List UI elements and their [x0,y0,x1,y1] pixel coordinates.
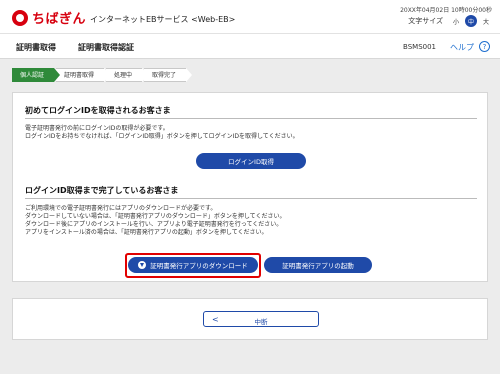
page-title: 証明書取得認証 [78,43,134,52]
section1-text-line: ログインIDをお持ちでなければ、「ログインID取得」ボタンを押してログインIDを… [25,133,299,140]
login-id-get-button[interactable]: ログインID取得 [196,153,306,169]
section1-text-line: 電子証明書発行の前にログインIDの取得が必要です。 [25,125,169,132]
section2-text-line: アプリをインストール済の場合は、「証明書発行アプリの起動」ボタンを押してください… [25,229,268,236]
step-complete: 取得完了 [144,68,193,82]
section1-divider [25,118,477,119]
section2-divider [25,198,477,199]
section1-heading: 初めてログインIDを取得されるお客さま [25,106,171,115]
step-personal-auth: 個人認証 [12,68,61,82]
section2-heading: ログインID取得まで完了しているお客さま [25,186,179,195]
cancel-button[interactable]: < 中断 [203,311,319,327]
font-size-switcher: 文字サイズ 小 中 大 [408,15,492,27]
download-button-highlight [125,253,261,278]
cancel-button-label: 中断 [254,318,268,326]
footer-panel: < 中断 [12,298,488,340]
font-size-small-button[interactable]: 小 [450,15,462,27]
font-size-medium-button[interactable]: 中 [465,15,477,27]
screen-id: BSMS001 [403,43,436,51]
help-icon[interactable]: ? [479,41,490,52]
step-processing: 処理中 [106,68,149,82]
font-size-large-button[interactable]: 大 [480,15,492,27]
header: ちばぎん インターネットEBサービス <Web-EB> 20XX年04月02日 … [0,0,500,33]
logo-text: ちばぎん [32,12,87,27]
service-name: インターネットEBサービス <Web-EB> [90,15,236,24]
logo-mark-icon [12,9,28,26]
login-datetime: 20XX年04月02日 10時00分00秒 [400,7,492,14]
help-link[interactable]: ヘルプ [450,42,474,53]
step-certificate-get: 証明書取得 [56,68,111,82]
launch-app-button[interactable]: 証明書発行アプリの起動 [264,257,372,273]
page-category-title: 証明書取得 [16,43,56,52]
section2-text-line: ダウンロードしていない場合は、「証明書発行アプリのダウンロード」ボタンを押してく… [25,213,286,220]
font-size-label: 文字サイズ [408,17,443,25]
bank-logo: ちばぎん [12,8,86,27]
progress-steps: 個人認証 証明書取得 処理中 取得完了 [12,68,193,82]
section2-text-line: ダウンロード後にアプリのインストールを行い、アプリより電子証明書発行を行ってくだ… [25,221,283,228]
title-bar: 証明書取得 証明書取得認証 BSMS001 ヘルプ ? [0,33,500,59]
section2-text-line: ご利用環境での電子証明書発行にはアプリのダウンロードが必要です。 [25,205,217,212]
